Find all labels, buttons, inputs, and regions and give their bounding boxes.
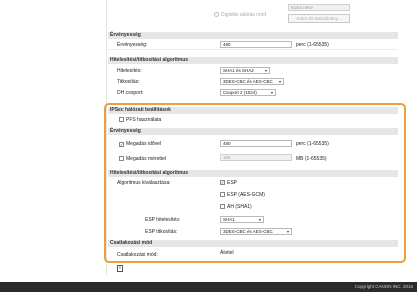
auth-select[interactable]: SHA1 és SHA2 [220, 67, 270, 74]
chevron-down-icon [271, 92, 273, 94]
esp-enc-label: ESP titkosítás: [145, 229, 178, 235]
page: Digitális aláírás mód Kulcs neve Kulcs é… [0, 0, 417, 292]
connection-mode-label: Csatlakozási mód: [117, 252, 158, 258]
esp-checkbox[interactable]: ✓ [220, 180, 225, 185]
section-connection-mode: Csatlakozási mód [108, 240, 398, 247]
key-name-field: Kulcs neve [288, 4, 350, 11]
lifetime-size-input[interactable]: 100 [220, 154, 292, 161]
esp-enc-select[interactable]: 3DES-CBC és AES-CBC [220, 228, 292, 235]
lifetime-size-label: Megadás mérettel [126, 156, 167, 162]
esp-auth-select[interactable]: SHA1 [220, 216, 264, 223]
esp-enc-select-value: 3DES-CBC és AES-CBC [223, 229, 273, 234]
lifetime-size-unit: MB (1-65535) [296, 156, 327, 162]
section-lifetime-2: Érvényesség [108, 128, 398, 135]
lifetime-label: Érvényesség: [117, 42, 148, 48]
encryption-select-value: 3DES-CBC és AES-CBC [223, 79, 273, 84]
chevron-down-icon [265, 70, 267, 72]
pfs-label: PFS használata [126, 117, 162, 123]
encryption-select[interactable]: 3DES-CBC és AES-CBC [220, 78, 284, 85]
chevron-down-icon [279, 81, 281, 83]
section-lifetime: Érvényesség [108, 32, 398, 39]
chevron-down-icon [259, 219, 261, 221]
ah-sha1-label: AH (SHA1) [227, 204, 252, 210]
footer-bar: Copyright CANON INC. 2015 [0, 282, 417, 292]
connection-mode-value: Átvitel [220, 250, 234, 256]
lifetime-size-checkbox[interactable] [119, 156, 124, 161]
digital-signature-label: Digitális aláírás mód [221, 12, 267, 18]
lifetime-time-checkbox[interactable]: ✓ [119, 142, 124, 147]
esp-aes-gcm-checkbox[interactable] [220, 192, 225, 197]
dh-group-select-value: Csoport 2 (1024) [223, 90, 257, 95]
dh-group-label: DH csoport: [117, 90, 144, 96]
algorithm-select-label: Algoritmus kiválasztása: [117, 180, 171, 186]
lifetime-time-label: Megadás idővel [126, 141, 162, 147]
esp-aes-gcm-label: ESP (AES-GCM) [227, 192, 265, 198]
pfs-checkbox[interactable] [119, 117, 124, 122]
section-ipsec: IPSec hálózati beállítások [108, 107, 398, 114]
ah-sha1-checkbox[interactable] [220, 204, 225, 209]
lifetime-input[interactable]: 480 [220, 41, 292, 48]
esp-label: ESP [227, 180, 238, 186]
esp-auth-label: ESP hitelesítés: [145, 217, 181, 223]
digital-signature-radio[interactable] [214, 12, 219, 17]
dh-group-select[interactable]: Csoport 2 (1024) [220, 89, 276, 96]
lifetime-unit: perc (1-65535) [296, 42, 329, 48]
auth-select-value: SHA1 és SHA2 [223, 68, 254, 73]
section-auth-enc-2: Hitelesítési/titkosítási algoritmus [108, 170, 398, 177]
lifetime-time-unit: perc (1-65535) [296, 141, 329, 147]
document-icon[interactable]: ≡ [117, 265, 123, 272]
esp-auth-select-value: SHA1 [223, 217, 235, 222]
key-and-certificate-button[interactable]: Kulcs és tanúsítvány... [288, 14, 350, 23]
encryption-label: Titkosítás: [117, 79, 140, 85]
section-auth-enc: Hitelesítési/titkosítási algoritmus [108, 57, 398, 64]
copyright-text: Copyright CANON INC. 2015 [354, 284, 413, 289]
chevron-down-icon [287, 231, 289, 233]
auth-label: Hitelesítés: [117, 68, 142, 74]
lifetime-time-input[interactable]: 480 [220, 140, 292, 147]
